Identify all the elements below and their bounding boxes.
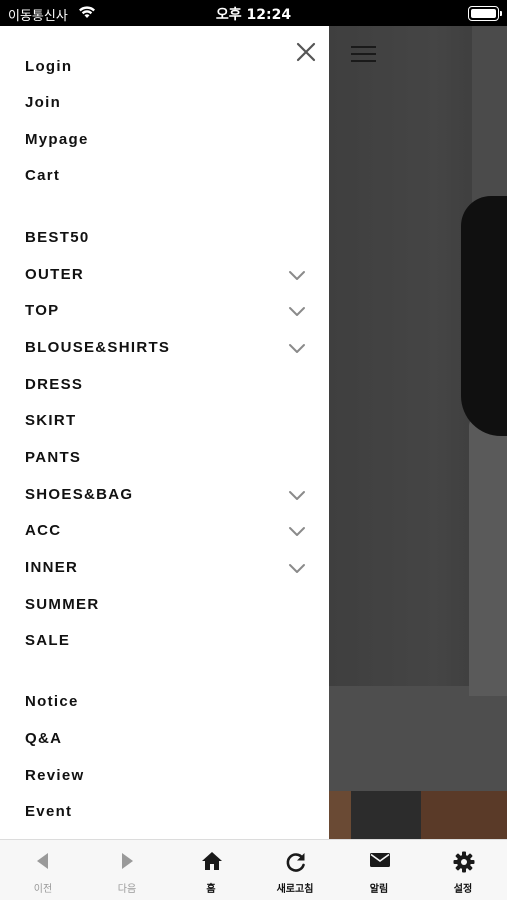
board-item-qna[interactable]: Q&A: [0, 724, 329, 754]
status-bar: 이동통신사 오후 12:24: [0, 0, 507, 26]
category-label: SUMMER: [25, 596, 100, 613]
menu-item-mypage[interactable]: Mypage: [0, 125, 329, 155]
forward-arrow-icon: [122, 853, 133, 869]
board-label: Event: [25, 803, 73, 820]
model-top-image: [461, 196, 507, 436]
back-button[interactable]: 이전: [1, 840, 85, 900]
product-thumbnail-strip: [329, 791, 507, 839]
envelope-icon: [370, 853, 390, 867]
chevron-down-icon[interactable]: [287, 524, 307, 538]
category-item-outer[interactable]: OUTER: [0, 260, 329, 290]
menu-item-join[interactable]: Join: [0, 88, 329, 118]
side-menu-drawer: Login Join Mypage Cart BEST50 OUTER TOP …: [0, 26, 329, 839]
settings-button[interactable]: 설정: [421, 840, 505, 900]
settings-button-label: 설정: [453, 884, 473, 895]
category-label: BLOUSE&SHIRTS: [25, 339, 171, 356]
category-label: DRESS: [25, 376, 84, 393]
battery-icon: [468, 6, 502, 21]
back-arrow-icon: [37, 853, 48, 869]
menu-item-cart[interactable]: Cart: [0, 161, 329, 191]
menu-item-label: Cart: [25, 167, 61, 184]
category-label: SALE: [25, 632, 71, 649]
menu-item-label: Login: [25, 58, 73, 75]
board-label: Review: [25, 767, 85, 784]
board-item-notice[interactable]: Notice: [0, 687, 329, 717]
board-label: Notice: [25, 693, 79, 710]
hamburger-menu-icon[interactable]: [351, 44, 376, 62]
model-skirt-image: [469, 416, 507, 696]
refresh-button[interactable]: 새로고침: [253, 840, 337, 900]
home-icon: [202, 852, 222, 870]
category-label: OUTER: [25, 266, 84, 283]
category-label: INNER: [25, 559, 79, 576]
home-button[interactable]: 홈: [169, 840, 253, 900]
category-label: TOP: [25, 302, 60, 319]
gear-icon: [453, 851, 475, 873]
background-page-overlay[interactable]: [329, 26, 507, 839]
forward-button-label: 다음: [117, 884, 137, 895]
chevron-down-icon[interactable]: [287, 488, 307, 502]
category-item-dress[interactable]: DRESS: [0, 370, 329, 400]
category-label: PANTS: [25, 449, 82, 466]
category-item-inner[interactable]: INNER: [0, 553, 329, 583]
board-item-review[interactable]: Review: [0, 761, 329, 791]
bottom-toolbar: 이전 다음 홈 새로고침 알림 설정: [0, 839, 507, 900]
menu-item-label: Mypage: [25, 131, 89, 148]
home-button-label: 홈: [206, 884, 216, 895]
category-item-sale[interactable]: SALE: [0, 626, 329, 656]
category-item-best50[interactable]: BEST50: [0, 223, 329, 253]
category-item-skirt[interactable]: SKIRT: [0, 406, 329, 436]
chevron-down-icon[interactable]: [287, 268, 307, 282]
refresh-icon: [286, 853, 305, 872]
menu-item-label: Join: [25, 94, 62, 111]
notification-button[interactable]: 알림: [337, 840, 421, 900]
category-label: SHOES&BAG: [25, 486, 134, 503]
category-label: ACC: [25, 522, 62, 539]
notification-button-label: 알림: [369, 884, 389, 895]
category-item-blouse-shirts[interactable]: BLOUSE&SHIRTS: [0, 333, 329, 363]
chevron-down-icon[interactable]: [287, 341, 307, 355]
menu-item-login[interactable]: Login: [0, 52, 329, 82]
category-label: SKIRT: [25, 412, 77, 429]
refresh-button-label: 새로고침: [276, 884, 314, 895]
category-item-top[interactable]: TOP: [0, 296, 329, 326]
chevron-down-icon[interactable]: [287, 561, 307, 575]
board-label: Q&A: [25, 730, 63, 747]
category-label: BEST50: [25, 229, 90, 246]
board-item-event[interactable]: Event: [0, 797, 329, 827]
back-button-label: 이전: [33, 884, 53, 895]
chevron-down-icon[interactable]: [287, 304, 307, 318]
category-item-shoes-bag[interactable]: SHOES&BAG: [0, 480, 329, 510]
category-item-pants[interactable]: PANTS: [0, 443, 329, 473]
status-time: 오후 12:24: [215, 7, 292, 23]
category-item-acc[interactable]: ACC: [0, 516, 329, 546]
category-item-summer[interactable]: SUMMER: [0, 590, 329, 620]
forward-button[interactable]: 다음: [85, 840, 169, 900]
